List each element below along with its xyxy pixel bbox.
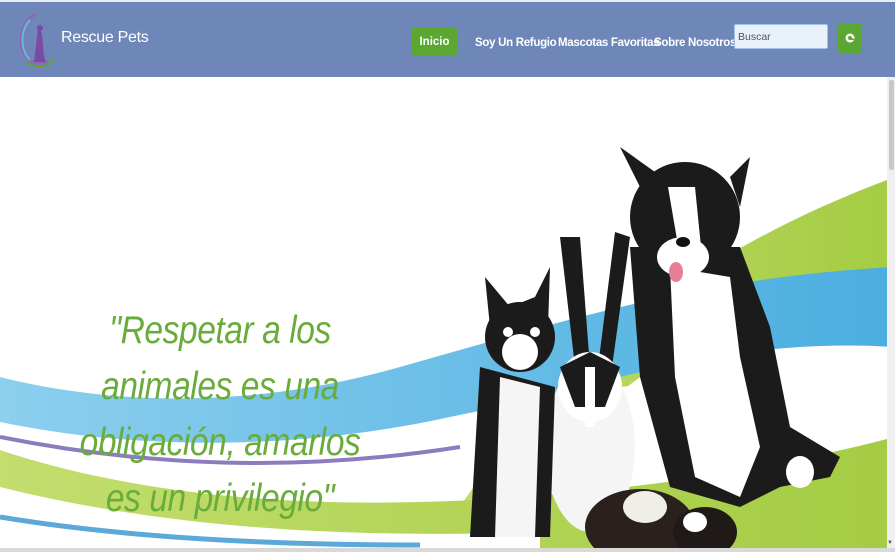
nav-item-inicio[interactable]: Inicio <box>411 28 458 55</box>
window-bottom-edge <box>0 548 895 552</box>
navbar: Rescue Pets Inicio Soy Un Refugio Mascot… <box>0 2 895 77</box>
search-icon <box>845 33 855 43</box>
scroll-down-arrow-icon[interactable]: ▼ <box>886 540 894 546</box>
rescue-pets-logo-icon[interactable] <box>16 10 60 68</box>
hero-banner: "Respetar a los animales es una obligaci… <box>0 77 895 552</box>
scrollbar-thumb[interactable] <box>889 80 894 170</box>
nav-item-mascotas-favoritas[interactable]: Mascotas Favoritas <box>558 37 660 49</box>
brand-name[interactable]: Rescue Pets <box>61 29 149 47</box>
nav-item-sobre-nosotros[interactable]: Sobre Nosotros <box>654 37 736 49</box>
search-button[interactable] <box>838 23 862 53</box>
pets-photo <box>470 147 840 552</box>
hero-quote: "Respetar a los animales es una obligaci… <box>79 309 361 520</box>
nav-item-soy-un-refugio[interactable]: Soy Un Refugio <box>475 37 557 49</box>
search-input[interactable] <box>734 24 828 49</box>
